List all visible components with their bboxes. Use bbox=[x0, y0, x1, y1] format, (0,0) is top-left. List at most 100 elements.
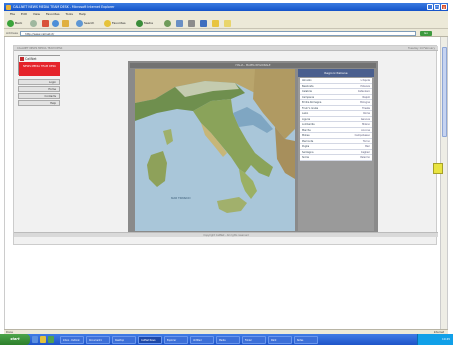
regions-panel: Regioni Italiane Abruzzo L'Aquila Basilic… bbox=[298, 69, 374, 231]
browser-viewport[interactable]: CALLNET NEWS MEDIA TEAM DESK Tuesday 14 … bbox=[4, 37, 448, 329]
logo-subtitle: NEWS MEDIA TEAM DESK bbox=[19, 62, 60, 76]
home-button[interactable] bbox=[62, 19, 69, 27]
region-name: Sardegna bbox=[302, 150, 314, 154]
nav-contacts[interactable]: Contacts bbox=[18, 93, 60, 99]
address-input[interactable]: http://www.callnet.it/ bbox=[20, 30, 416, 36]
folder-button[interactable] bbox=[224, 19, 231, 27]
close-button[interactable]: × bbox=[441, 4, 447, 10]
task-button-active[interactable]: CallNet News bbox=[138, 335, 162, 344]
messenger-icon bbox=[212, 19, 219, 27]
refresh-button[interactable] bbox=[52, 19, 59, 27]
address-bar: Address http://www.callnet.it/ Go bbox=[4, 29, 448, 37]
back-label: Back bbox=[15, 21, 23, 25]
menu-help[interactable]: Help bbox=[79, 12, 86, 16]
taskbar: start Inbox - Outlook Document1 Desktop … bbox=[0, 334, 453, 345]
region-capital: Trieste bbox=[362, 106, 370, 110]
region-capital: L'Aquila bbox=[360, 79, 370, 82]
web-page: CALLNET NEWS MEDIA TEAM DESK Tuesday 14 … bbox=[13, 45, 438, 245]
region-name: Friuli V. Giulia bbox=[302, 106, 319, 110]
page-header: CALLNET NEWS MEDIA TEAM DESK Tuesday 14 … bbox=[14, 46, 438, 51]
start-button[interactable]: start bbox=[0, 334, 30, 345]
screen: CALLNET NEWS MEDIA TEAM DESK - Microsoft… bbox=[0, 0, 453, 345]
regions-panel-title: Regioni Italiane bbox=[298, 69, 374, 77]
task-button[interactable]: Explorer bbox=[164, 335, 188, 344]
region-name: Basilicata bbox=[302, 84, 314, 88]
messenger-button[interactable] bbox=[212, 19, 219, 27]
region-capital: Bari bbox=[365, 145, 370, 148]
region-name: Piemonte bbox=[302, 139, 314, 143]
favorites-button[interactable]: Favorites bbox=[104, 19, 126, 27]
italy-map-image: MAR TIRRENO bbox=[135, 69, 295, 231]
scroll-thumb[interactable] bbox=[442, 47, 447, 137]
region-name: Sicilia bbox=[302, 156, 309, 159]
region-name: Marche bbox=[302, 128, 311, 132]
region-capital: Napoli bbox=[362, 95, 370, 99]
region-capital: Torino bbox=[362, 139, 370, 143]
region-capital: Catanzaro bbox=[357, 90, 370, 93]
mail-icon bbox=[176, 19, 183, 27]
region-name: Calabria bbox=[302, 90, 312, 93]
menu-favorites[interactable]: Favorites bbox=[46, 12, 60, 16]
side-navigation: Login Home Contacts Help bbox=[18, 79, 60, 107]
search-icon bbox=[76, 19, 83, 27]
folder-quicklaunch-icon[interactable] bbox=[40, 336, 46, 343]
footer-text: Copyright CallNet - All rights reserved bbox=[203, 234, 249, 237]
italy-map[interactable]: MAR TIRRENO bbox=[135, 69, 295, 231]
mail-button[interactable] bbox=[176, 19, 183, 27]
task-button[interactable]: Paint bbox=[268, 335, 292, 344]
menu-view[interactable]: View bbox=[33, 12, 40, 16]
region-capital: Ancona bbox=[361, 128, 370, 132]
region-capital: Campobasso bbox=[354, 134, 370, 137]
home-icon bbox=[62, 19, 69, 27]
task-button[interactable]: Desktop bbox=[112, 335, 136, 344]
page-header-date: Tuesday 14 February bbox=[408, 47, 435, 50]
media-quicklaunch-icon[interactable] bbox=[48, 336, 54, 343]
forward-button[interactable] bbox=[30, 19, 37, 27]
back-button[interactable]: Back bbox=[7, 19, 22, 27]
quick-launch bbox=[32, 336, 54, 343]
ie-quicklaunch-icon[interactable] bbox=[32, 336, 38, 343]
site-logo[interactable]: CallNet NEWS MEDIA TEAM DESK bbox=[18, 55, 60, 76]
region-capital: Milano bbox=[362, 123, 370, 126]
minimize-button[interactable]: _ bbox=[427, 4, 433, 10]
task-button[interactable]: Folder bbox=[242, 335, 266, 344]
region-capital: Bologna bbox=[360, 101, 370, 104]
folder-icon bbox=[224, 19, 231, 27]
vertical-scrollbar[interactable] bbox=[440, 37, 447, 329]
nav-help[interactable]: Help bbox=[18, 100, 60, 106]
window-titlebar[interactable]: CALLNET NEWS MEDIA TEAM DESK - Microsoft… bbox=[4, 3, 448, 11]
task-button[interactable]: Untitled bbox=[190, 335, 214, 344]
task-button[interactable]: Inbox - Outlook bbox=[60, 335, 84, 344]
print-button[interactable] bbox=[188, 19, 195, 27]
content-frame: ITALIA - MAPPA REGIONALE MAR TIRRENO Reg… bbox=[128, 61, 378, 235]
stop-icon bbox=[42, 19, 49, 27]
go-button[interactable]: Go bbox=[420, 30, 432, 36]
stop-button[interactable] bbox=[42, 19, 49, 27]
page-header-title: CALLNET NEWS MEDIA TEAM DESK bbox=[17, 47, 63, 50]
menu-edit[interactable]: Edit bbox=[21, 12, 27, 16]
maximize-button[interactable]: □ bbox=[434, 4, 440, 10]
nav-login[interactable]: Login bbox=[18, 79, 60, 85]
region-name: Lombardia bbox=[302, 123, 315, 126]
region-name: Emilia Romagna bbox=[302, 101, 322, 104]
system-tray-clock[interactable]: 10:45 bbox=[417, 334, 453, 345]
menu-tools[interactable]: Tools bbox=[66, 12, 73, 16]
page-footer: Copyright CallNet - All rights reserved bbox=[14, 232, 438, 237]
task-button[interactable]: Document1 bbox=[86, 335, 110, 344]
task-button[interactable]: Notes bbox=[294, 335, 318, 344]
task-list: Inbox - Outlook Document1 Desktop CallNe… bbox=[60, 335, 318, 344]
region-name: Molise bbox=[302, 134, 310, 137]
region-capital: Genova bbox=[360, 117, 370, 121]
task-button[interactable]: Media bbox=[216, 335, 240, 344]
nav-home[interactable]: Home bbox=[18, 86, 60, 92]
menu-file[interactable]: File bbox=[10, 12, 15, 16]
sticky-note-icon[interactable] bbox=[433, 163, 443, 174]
history-icon bbox=[164, 19, 171, 27]
favorites-label: Favorites bbox=[112, 21, 126, 25]
region-name: Liguria bbox=[302, 117, 311, 121]
media-button[interactable]: Media bbox=[136, 19, 153, 27]
search-button[interactable]: Search bbox=[76, 19, 94, 27]
edit-button[interactable] bbox=[200, 19, 207, 27]
history-button[interactable] bbox=[164, 19, 171, 27]
list-item[interactable]: Sicilia Palermo bbox=[300, 155, 372, 161]
